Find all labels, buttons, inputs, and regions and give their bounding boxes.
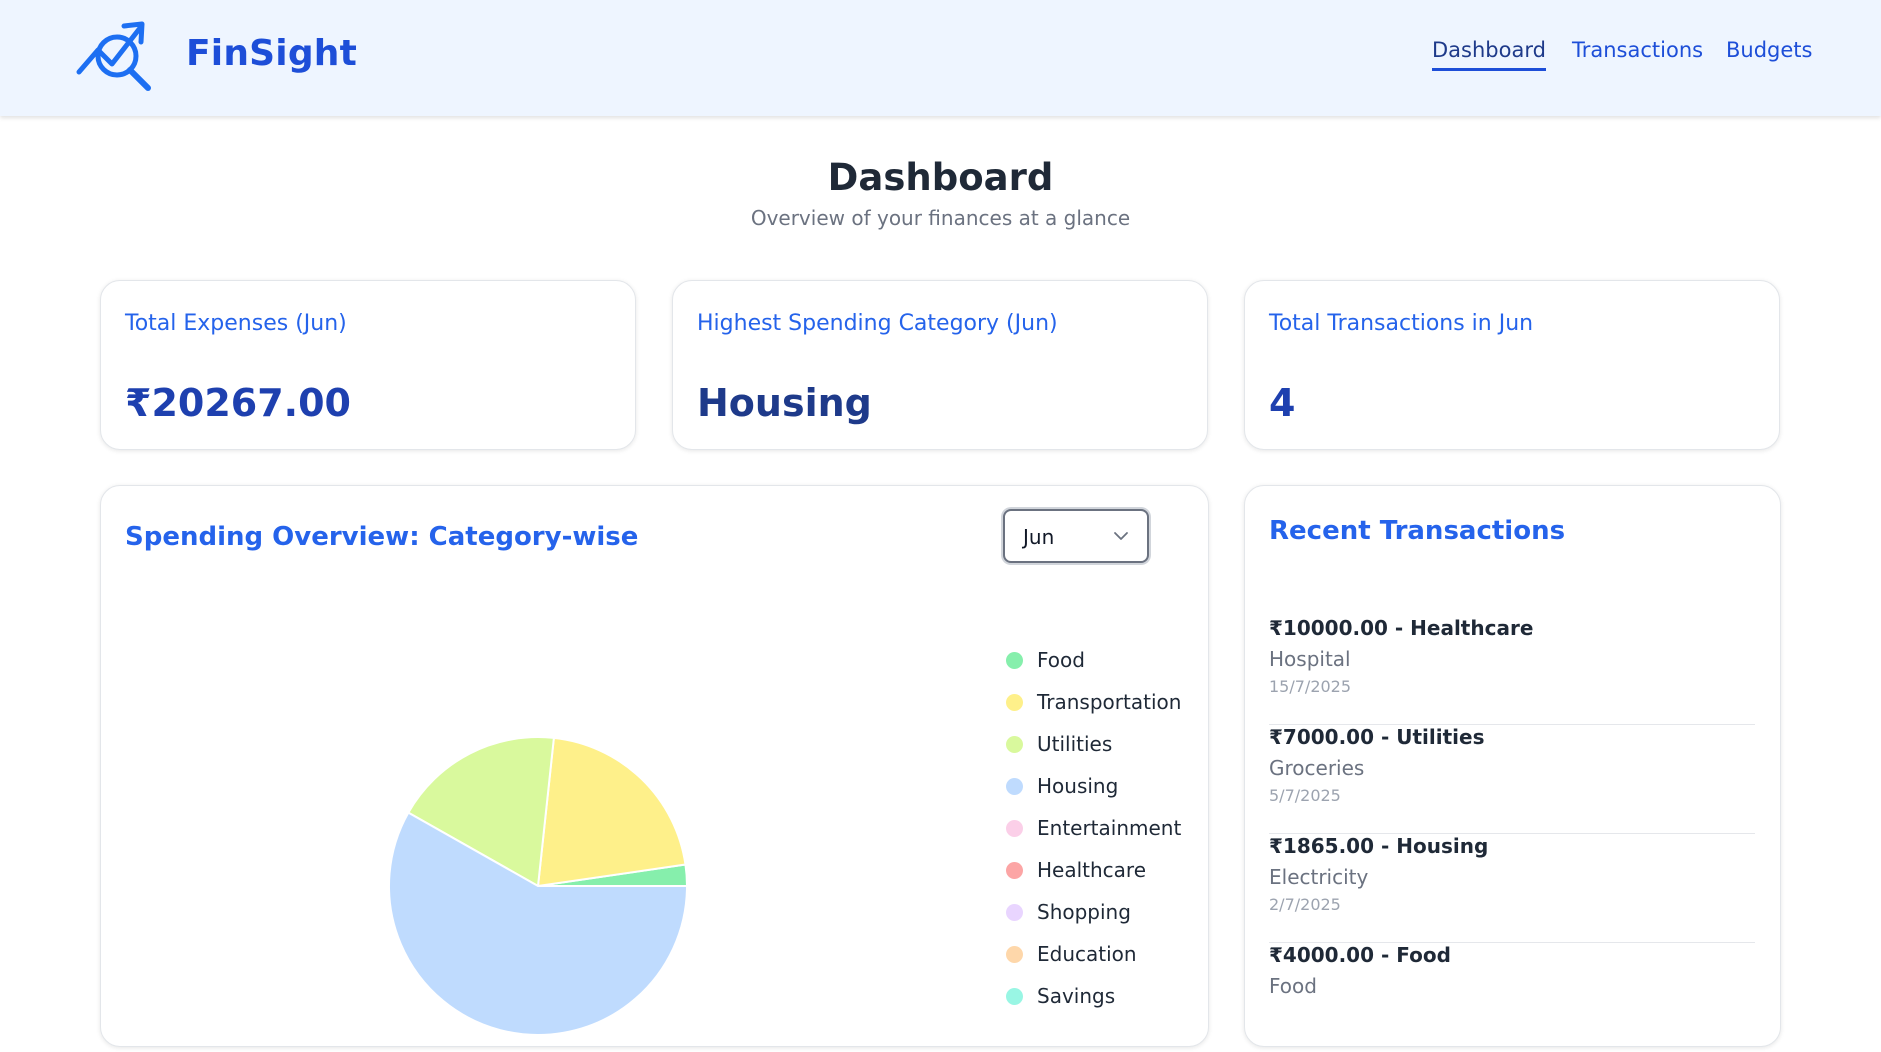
transaction-list: ₹10000.00 - Healthcare Hospital 15/7/202… (1269, 616, 1755, 1052)
legend-swatch (1006, 693, 1023, 711)
list-item[interactable]: ₹10000.00 - Healthcare Hospital 15/7/202… (1269, 616, 1755, 725)
legend-swatch (1006, 819, 1023, 837)
legend-label: Housing (1037, 774, 1119, 798)
transaction-amount-category: ₹7000.00 - Utilities (1269, 725, 1485, 749)
stat-label: Total Expenses (Jun) (125, 311, 347, 336)
legend-item-entertainment[interactable]: Entertainment (1006, 807, 1181, 849)
legend-swatch (1006, 945, 1023, 963)
recent-transactions-card: Recent Transactions ₹10000.00 - Healthca… (1244, 485, 1781, 1047)
legend-label: Entertainment (1037, 816, 1182, 840)
stat-card-total-transactions: Total Transactions in Jun 4 (1244, 280, 1780, 450)
legend-label: Savings (1037, 984, 1116, 1008)
legend-item-food[interactable]: Food (1006, 639, 1181, 681)
nav-budgets[interactable]: Budgets (1726, 38, 1812, 62)
transaction-description: Groceries (1269, 756, 1365, 780)
transaction-date: 2/7/2025 (1269, 895, 1341, 914)
spending-overview-card: Spending Overview: Category-wise Jun Foo… (100, 485, 1209, 1047)
legend-label: Healthcare (1037, 858, 1147, 882)
transaction-description: Electricity (1269, 865, 1369, 889)
recent-transactions-title: Recent Transactions (1269, 516, 1566, 546)
legend-swatch (1006, 735, 1023, 753)
list-item[interactable]: ₹7000.00 - Utilities Groceries 5/7/2025 (1269, 725, 1755, 834)
transaction-amount-category: ₹1865.00 - Housing (1269, 834, 1489, 858)
legend-item-housing[interactable]: Housing (1006, 765, 1181, 807)
legend-swatch (1006, 777, 1023, 795)
list-item[interactable]: ₹4000.00 - Food Food (1269, 943, 1755, 1052)
legend-item-utilities[interactable]: Utilities (1006, 723, 1181, 765)
stat-value: ₹20267.00 (125, 381, 351, 425)
pie-slice-transportation[interactable] (536, 736, 687, 888)
stat-card-highest-category: Highest Spending Category (Jun) Housing (672, 280, 1208, 450)
legend-label: Transportation (1037, 690, 1182, 714)
top-navbar: FinSight Dashboard Transactions Budgets (0, 0, 1881, 116)
legend-swatch (1006, 861, 1023, 879)
list-item[interactable]: ₹1865.00 - Housing Electricity 2/7/2025 (1269, 834, 1755, 943)
legend-label: Education (1037, 942, 1137, 966)
stat-card-total-expenses: Total Expenses (Jun) ₹20267.00 (100, 280, 636, 450)
transaction-amount-category: ₹4000.00 - Food (1269, 943, 1451, 967)
legend-item-savings[interactable]: Savings (1006, 975, 1181, 1017)
transaction-amount-category: ₹10000.00 - Healthcare (1269, 616, 1534, 640)
stat-value: Housing (697, 381, 872, 425)
nav-transactions[interactable]: Transactions (1572, 38, 1703, 62)
legend-label: Food (1037, 648, 1085, 672)
transaction-description: Food (1269, 974, 1317, 998)
page-subtitle: Overview of your finances at a glance (750, 206, 1131, 230)
transaction-date: 5/7/2025 (1269, 786, 1341, 805)
legend-item-shopping[interactable]: Shopping (1006, 891, 1181, 933)
stat-label: Total Transactions in Jun (1269, 311, 1534, 336)
trend-magnifier-logo-icon (76, 21, 151, 91)
legend-item-education[interactable]: Education (1006, 933, 1181, 975)
transaction-date: 15/7/2025 (1269, 677, 1352, 696)
pie-legend: Food Transportation Utilities Housing Entert… (1006, 639, 1181, 1017)
legend-label: Utilities (1037, 732, 1113, 756)
stat-label: Highest Spending Category (Jun) (697, 311, 1058, 336)
legend-label: Shopping (1037, 900, 1131, 924)
stat-value: 4 (1269, 381, 1296, 425)
legend-swatch (1006, 651, 1023, 669)
brand-name[interactable]: FinSight (186, 33, 357, 74)
legend-item-healthcare[interactable]: Healthcare (1006, 849, 1181, 891)
nav-dashboard[interactable]: Dashboard (1432, 38, 1546, 71)
page-title: Dashboard (827, 156, 1054, 199)
legend-item-transportation[interactable]: Transportation (1006, 681, 1181, 723)
legend-swatch (1006, 903, 1023, 921)
transaction-description: Hospital (1269, 647, 1351, 671)
